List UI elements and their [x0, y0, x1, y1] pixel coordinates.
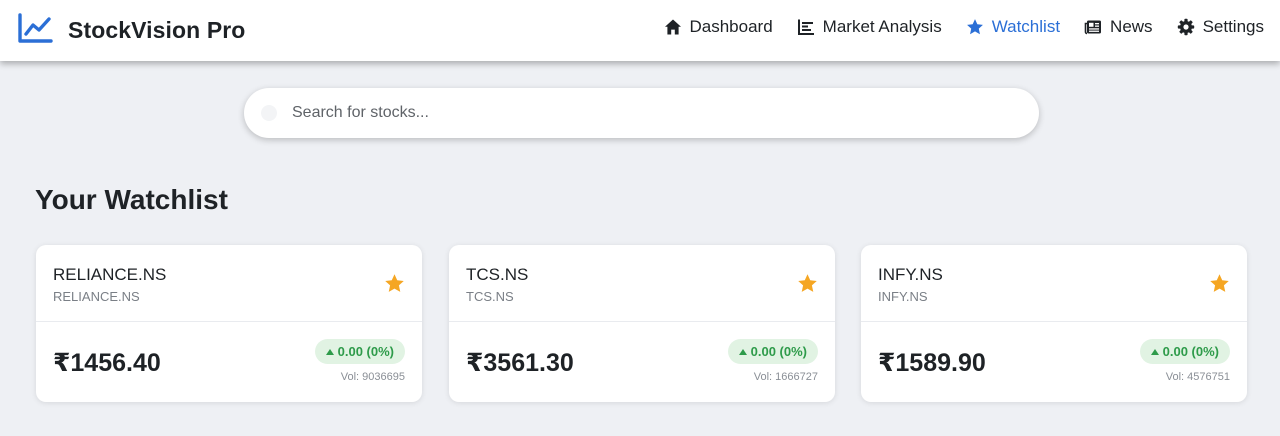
- brand[interactable]: StockVision Pro: [17, 13, 245, 45]
- stock-price: ₹1589.90: [878, 349, 986, 377]
- stock-card-infy[interactable]: INFY.NS INFY.NS ₹1589.90 0.00 (0%) Vol: …: [861, 245, 1247, 402]
- change-value: 0.00 (0%): [1162, 344, 1219, 359]
- nav-settings-label: Settings: [1202, 17, 1264, 36]
- watchlist-title: Your Watchlist: [35, 184, 228, 215]
- card-header: TCS.NS TCS.NS: [449, 245, 835, 322]
- change-value: 0.00 (0%): [337, 344, 394, 359]
- nav-dashboard-label: Dashboard: [689, 17, 773, 36]
- stock-volume: Vol: 9036695: [340, 371, 405, 383]
- line-chart-logo-icon: [18, 13, 53, 43]
- stock-name: TCS.NS: [466, 289, 514, 304]
- change-badge: 0.00 (0%): [314, 339, 405, 364]
- caret-up-icon: [1150, 348, 1159, 355]
- stock-volume: Vol: 1666727: [753, 371, 818, 383]
- stock-price: ₹1456.40: [53, 349, 161, 377]
- nav-market-analysis-label: Market Analysis: [822, 17, 942, 36]
- nav-watchlist[interactable]: Watchlist: [966, 17, 1060, 37]
- search-bar: [244, 88, 1039, 138]
- change-badge: 0.00 (0%): [727, 339, 818, 364]
- nav-news-label: News: [1110, 17, 1153, 36]
- change-badge: 0.00 (0%): [1139, 339, 1230, 364]
- nav-market-analysis[interactable]: Market Analysis: [797, 17, 942, 37]
- card-header: RELIANCE.NS RELIANCE.NS: [36, 245, 422, 322]
- card-header: INFY.NS INFY.NS: [861, 245, 1247, 322]
- star-icon[interactable]: [384, 273, 405, 294]
- caret-up-icon: [738, 348, 747, 355]
- stock-card-tcs[interactable]: TCS.NS TCS.NS ₹3561.30 0.00 (0%) Vol: 16…: [449, 245, 835, 402]
- nav-settings[interactable]: Settings: [1177, 17, 1264, 37]
- change-value: 0.00 (0%): [750, 344, 807, 359]
- star-icon[interactable]: [1209, 273, 1230, 294]
- brand-name: StockVision Pro: [68, 17, 246, 43]
- star-icon[interactable]: [797, 273, 818, 294]
- stock-card-reliance[interactable]: RELIANCE.NS RELIANCE.NS ₹1456.40 0.00 (0…: [36, 245, 422, 402]
- main-nav: Dashboard Market Analysis Watchlist News…: [664, 17, 1264, 37]
- top-navbar: StockVision Pro Dashboard Market Analysi…: [0, 0, 1280, 61]
- caret-up-icon: [325, 348, 334, 355]
- gear-icon: [1177, 18, 1194, 36]
- stock-volume: Vol: 4576751: [1165, 371, 1230, 383]
- nav-news[interactable]: News: [1084, 17, 1153, 37]
- stock-name: INFY.NS: [878, 289, 928, 304]
- star-icon: [966, 19, 983, 35]
- newspaper-icon: [1084, 20, 1102, 35]
- stock-price: ₹3561.30: [466, 349, 574, 377]
- nav-watchlist-label: Watchlist: [991, 17, 1061, 36]
- stock-symbol: INFY.NS: [878, 265, 943, 284]
- stock-symbol: RELIANCE.NS: [53, 265, 167, 284]
- bar-chart-icon: [797, 19, 814, 35]
- search-icon: [261, 105, 277, 121]
- stock-name: RELIANCE.NS: [53, 289, 140, 304]
- search-input[interactable]: [292, 88, 1012, 138]
- nav-dashboard[interactable]: Dashboard: [664, 17, 773, 37]
- home-icon: [664, 19, 681, 35]
- stock-symbol: TCS.NS: [466, 265, 529, 284]
